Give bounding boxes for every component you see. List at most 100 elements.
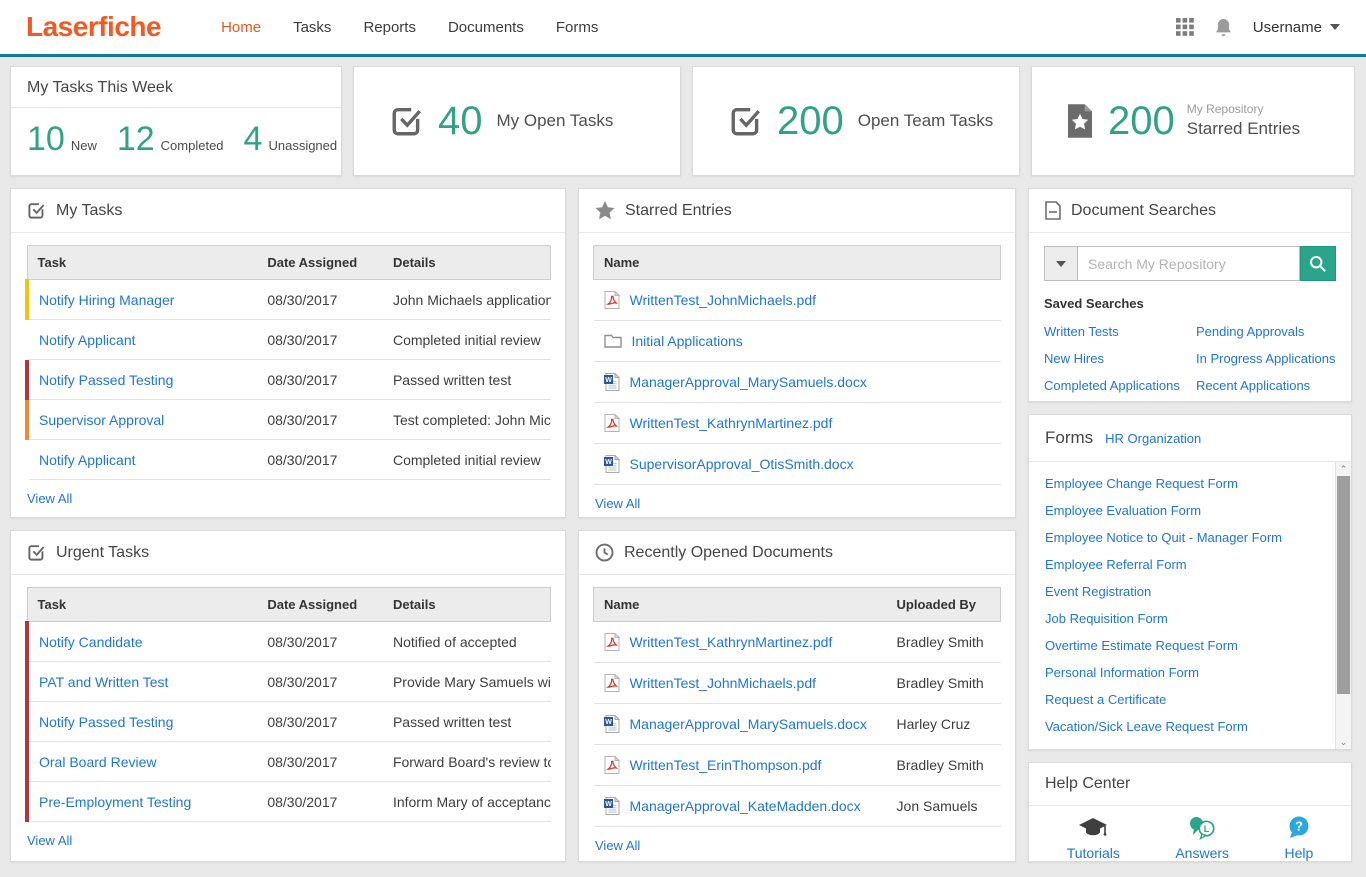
form-link[interactable]: Employee Referral Form — [1045, 551, 1321, 578]
recent-documents-panel: Recently Opened Documents Name Uploaded … — [578, 530, 1016, 862]
main-nav: Home Tasks Reports Documents Forms — [221, 19, 1176, 36]
nav-item-forms[interactable]: Forms — [556, 19, 599, 36]
table-row: Notify Applicant 08/30/2017 Completed in… — [27, 440, 551, 480]
saved-search-link[interactable]: Recent Applications — [1196, 372, 1336, 399]
column-header-task[interactable]: Task — [27, 246, 257, 280]
task-link[interactable]: Notify Applicant — [39, 332, 136, 348]
saved-search-link[interactable]: Pending Approvals — [1196, 318, 1336, 345]
document-link[interactable]: ManagerApproval_KateMadden.docx — [630, 798, 861, 814]
svg-text:L: L — [1204, 824, 1210, 834]
checkbox-check-icon — [27, 543, 46, 562]
form-link[interactable]: Vacation/Sick Leave Request Form — [1045, 713, 1321, 740]
form-link[interactable]: Employee Change Request Form — [1045, 470, 1321, 497]
task-link[interactable]: Supervisor Approval — [39, 412, 164, 428]
nav-item-tasks[interactable]: Tasks — [293, 19, 331, 36]
open-team-tasks-card: 200 Open Team Tasks — [692, 66, 1020, 176]
entry-link[interactable]: WrittenTest_JohnMichaels.pdf — [630, 292, 817, 308]
saved-search-link[interactable]: Completed Applications — [1044, 372, 1196, 399]
task-link[interactable]: PAT and Written Test — [39, 674, 168, 690]
view-all-link[interactable]: View All — [25, 480, 74, 516]
table-row: WrittenTest_KathrynMartinez.pdf Bradley … — [594, 622, 1001, 663]
entry-link[interactable]: ManagerApproval_MarySamuels.docx — [630, 374, 867, 390]
form-link[interactable]: Employee Notice to Quit - Manager Form — [1045, 524, 1321, 551]
forms-org-link[interactable]: HR Organization — [1105, 431, 1201, 446]
document-link[interactable]: WrittenTest_JohnMichaels.pdf — [630, 675, 817, 691]
help-item-label: Tutorials — [1067, 845, 1120, 861]
task-link[interactable]: Pre-Employment Testing — [39, 794, 191, 810]
entry-link[interactable]: WrittenTest_KathrynMartinez.pdf — [630, 415, 833, 431]
nav-item-documents[interactable]: Documents — [448, 19, 524, 36]
view-all-link[interactable]: View All — [593, 827, 642, 863]
document-link[interactable]: WrittenTest_ErinThompson.pdf — [630, 757, 822, 773]
column-header-name[interactable]: Name — [594, 246, 1001, 280]
document-icon — [1045, 201, 1061, 220]
column-header-date-assigned[interactable]: Date Assigned — [257, 246, 383, 280]
table-row: WrittenTest_ErinThompson.pdf Bradley Smi… — [594, 745, 1001, 786]
entry-link[interactable]: SupervisorApproval_OtisSmith.docx — [630, 456, 854, 472]
column-header-uploaded-by[interactable]: Uploaded By — [887, 588, 1001, 622]
stat-completed-value: 12 — [117, 120, 155, 159]
checkbox-check-icon — [390, 104, 424, 138]
column-header-details[interactable]: Details — [383, 588, 551, 622]
form-link[interactable]: Event Registration — [1045, 578, 1321, 605]
search-input[interactable] — [1077, 246, 1300, 281]
view-all-link[interactable]: View All — [593, 485, 642, 521]
task-date: 08/30/2017 — [257, 702, 383, 742]
pdf-file-icon — [604, 414, 620, 432]
document-link[interactable]: WrittenTest_KathrynMartinez.pdf — [630, 634, 833, 650]
search-button[interactable] — [1300, 246, 1336, 281]
form-link[interactable]: Request a Certificate — [1045, 686, 1321, 713]
saved-search-link[interactable]: In Progress Applications — [1196, 345, 1336, 372]
saved-search-link[interactable]: New Hires — [1044, 345, 1196, 372]
table-row: PAT and Written Test 08/30/2017 Provide … — [27, 662, 551, 702]
task-date: 08/30/2017 — [257, 622, 383, 662]
column-header-details[interactable]: Details — [383, 246, 551, 280]
document-searches-title: Document Searches — [1071, 202, 1216, 220]
form-link[interactable]: Personal Information Form — [1045, 659, 1321, 686]
app-logo[interactable]: Laserfiche — [26, 11, 161, 43]
team-tasks-label: Open Team Tasks — [858, 111, 993, 131]
help-item-help[interactable]: ? Help — [1284, 816, 1313, 861]
table-row: Oral Board Review 08/30/2017 Forward Boa… — [27, 742, 551, 782]
stat-new-label: New — [71, 138, 97, 153]
task-link[interactable]: Notify Passed Testing — [39, 714, 173, 730]
user-menu[interactable]: Username — [1253, 19, 1340, 36]
stat-new-value: 10 — [27, 120, 65, 159]
task-details: Notified of accepted — [383, 622, 551, 662]
scroll-down-arrow-icon[interactable]: ⌄ — [1336, 735, 1351, 749]
task-link[interactable]: Notify Applicant — [39, 452, 136, 468]
stat-new: 10 New — [27, 120, 97, 159]
scrollbar-thumb[interactable] — [1337, 476, 1350, 694]
task-date: 08/30/2017 — [257, 662, 383, 702]
forms-scrollbar[interactable]: ⌃ ⌄ — [1335, 462, 1351, 749]
view-all-link[interactable]: View All — [25, 822, 74, 858]
notifications-bell-icon[interactable] — [1214, 17, 1233, 38]
help-item-tutorials[interactable]: Tutorials — [1067, 816, 1120, 861]
entry-link[interactable]: Initial Applications — [632, 333, 743, 349]
nav-item-reports[interactable]: Reports — [363, 19, 416, 36]
task-link[interactable]: Notify Candidate — [39, 634, 143, 650]
stat-unassigned: 4 Unassigned — [244, 120, 338, 159]
task-details: Passed written test — [383, 360, 551, 400]
task-link[interactable]: Notify Passed Testing — [39, 372, 173, 388]
task-link[interactable]: Oral Board Review — [39, 754, 157, 770]
task-link[interactable]: Notify Hiring Manager — [39, 292, 174, 308]
saved-search-link[interactable]: Written Tests — [1044, 318, 1196, 345]
open-tasks-count: 40 — [438, 99, 483, 144]
scroll-up-arrow-icon[interactable]: ⌃ — [1336, 462, 1351, 476]
table-row: Notify Passed Testing 08/30/2017 Passed … — [27, 360, 551, 400]
form-link[interactable]: Employee Evaluation Form — [1045, 497, 1321, 524]
column-header-task[interactable]: Task — [27, 588, 257, 622]
column-header-name[interactable]: Name — [594, 588, 887, 622]
help-item-answers[interactable]: L Answers — [1175, 816, 1229, 861]
stat-unassigned-value: 4 — [244, 120, 263, 159]
search-scope-dropdown[interactable] — [1044, 246, 1077, 281]
nav-item-home[interactable]: Home — [221, 19, 261, 36]
task-date: 08/30/2017 — [257, 782, 383, 822]
document-link[interactable]: ManagerApproval_MarySamuels.docx — [630, 716, 867, 732]
column-header-date-assigned[interactable]: Date Assigned — [257, 588, 383, 622]
form-link[interactable]: Job Requisition Form — [1045, 605, 1321, 632]
form-link[interactable]: Overtime Estimate Request Form — [1045, 632, 1321, 659]
app-grid-icon[interactable] — [1176, 18, 1194, 36]
table-row: ManagerApproval_MarySamuels.docx Harley … — [594, 704, 1001, 745]
